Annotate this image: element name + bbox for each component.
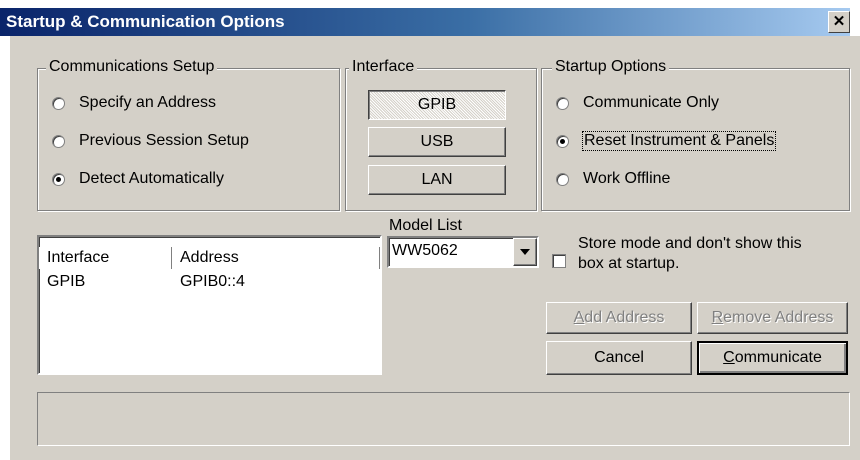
startup-options-group: Startup Options Communicate Only Reset I… <box>541 58 850 211</box>
address-list[interactable]: Interface Address GPIB GPIB0::4 <box>37 235 382 375</box>
dropdown-arrow-icon[interactable] <box>513 238 537 266</box>
radio-reset-instrument[interactable]: Reset Instrument & Panels <box>556 130 777 152</box>
radio-communicate-only-label: Communicate Only <box>583 94 720 111</box>
radio-reset-instrument-indicator[interactable] <box>556 134 569 148</box>
radio-detect-automatically-label: Detect Automatically <box>79 170 224 187</box>
table-row-address[interactable]: GPIB0::4 <box>180 273 245 291</box>
column-header-interface[interactable]: Interface <box>39 247 172 269</box>
startup-options-legend: Startup Options <box>552 58 670 76</box>
status-bar <box>37 392 850 446</box>
model-list-select[interactable]: WW5062 <box>387 236 539 268</box>
store-mode-checkbox[interactable] <box>552 254 566 268</box>
remove-address-button[interactable]: Remove Address <box>697 302 848 334</box>
radio-communicate-only[interactable]: Communicate Only <box>556 92 719 114</box>
window-title: Startup & Communication Options <box>6 12 285 31</box>
close-icon: ✕ <box>832 13 846 30</box>
communicate-accel: C <box>723 349 735 366</box>
dialog: Communications Setup Specify an Address … <box>10 36 860 460</box>
radio-work-offline[interactable]: Work Offline <box>556 168 670 190</box>
communications-setup-legend: Communications Setup <box>46 58 218 76</box>
column-header-address[interactable]: Address <box>172 247 380 269</box>
radio-detect-automatically-indicator[interactable] <box>52 172 65 186</box>
store-mode-label-line1: Store mode and don't show this <box>578 235 802 252</box>
radio-communicate-only-indicator[interactable] <box>556 96 569 110</box>
interface-usb-button[interactable]: USB <box>368 127 506 157</box>
interface-lan-button[interactable]: LAN <box>368 165 506 195</box>
radio-specify-address-indicator[interactable] <box>52 96 65 110</box>
radio-previous-session[interactable]: Previous Session Setup <box>52 130 249 152</box>
title-bar: Startup & Communication Options ✕ <box>0 8 850 36</box>
radio-previous-session-label: Previous Session Setup <box>79 132 249 149</box>
radio-specify-address-label: Specify an Address <box>79 94 216 111</box>
radio-reset-instrument-label: Reset Instrument & Panels <box>581 131 777 151</box>
radio-work-offline-indicator[interactable] <box>556 172 569 186</box>
radio-detect-automatically[interactable]: Detect Automatically <box>52 168 224 190</box>
add-address-accel: A <box>573 309 585 326</box>
add-address-button[interactable]: Add Address <box>546 302 692 334</box>
communicate-button[interactable]: Communicate <box>697 341 848 375</box>
interface-legend: Interface <box>349 58 418 76</box>
store-mode-label-line2: box at startup. <box>578 255 680 272</box>
radio-specify-address[interactable]: Specify an Address <box>52 92 216 114</box>
communications-setup-group: Communications Setup Specify an Address … <box>37 58 340 211</box>
interface-group: Interface GPIB USB LAN <box>345 58 537 211</box>
interface-gpib-button[interactable]: GPIB <box>368 90 506 120</box>
table-row-interface[interactable]: GPIB <box>47 273 85 291</box>
remove-address-accel: R <box>711 309 724 326</box>
add-address-label: dd Address <box>584 309 665 326</box>
cancel-button[interactable]: Cancel <box>546 341 692 375</box>
close-button[interactable]: ✕ <box>828 11 850 33</box>
remove-address-label: emove Address <box>723 309 834 326</box>
model-list-label: Model List <box>389 217 462 234</box>
radio-previous-session-indicator[interactable] <box>52 134 65 148</box>
model-list-value: WW5062 <box>392 242 458 259</box>
radio-work-offline-label: Work Offline <box>583 170 671 187</box>
communicate-label: ommunicate <box>734 349 822 366</box>
